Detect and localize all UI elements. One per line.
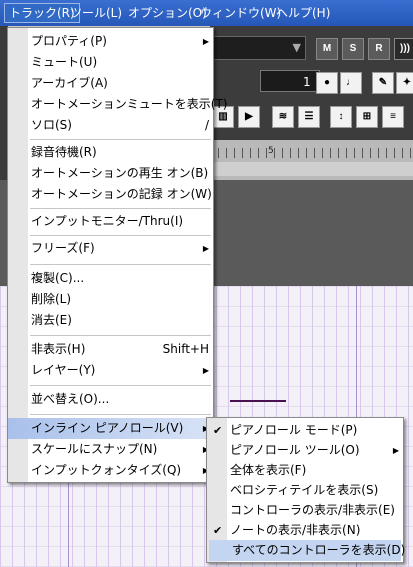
menu-item-label: インライン ピアノロール(V) xyxy=(31,421,184,435)
track-dropdown-menu: プロパティ(P) ▶ ミュート(U) アーカイブ(A) オートメーションミュート… xyxy=(7,27,227,483)
number-field[interactable]: 1 xyxy=(260,70,320,92)
menu-item-automation-play[interactable]: オートメーションの再生 オン(B) xyxy=(8,163,213,184)
menu-item-label: 全体を表示(F) xyxy=(230,463,307,477)
menu-item-label: 録音待機(R) xyxy=(31,145,97,159)
menu-separator xyxy=(30,208,211,209)
ruler-ticks xyxy=(210,148,413,158)
timeline-ruler[interactable]: 5 xyxy=(210,140,413,180)
note-duration-icon[interactable]: ● xyxy=(316,72,338,94)
midi-note[interactable] xyxy=(230,400,286,402)
menu-item-show-all[interactable]: 全体を表示(F) xyxy=(207,460,403,481)
menu-item-label: オートメーションの記録 オン(W) xyxy=(31,187,212,201)
menu-item-piano-roll-tools[interactable]: ピアノロール ツール(O) ▶ xyxy=(207,440,403,461)
submenu-arrow-icon: ▶ xyxy=(202,366,209,375)
menu-item-label: 削除(L) xyxy=(31,292,72,306)
menu-bar: トラック(R) ツール(L) オプション(O) ウィンドウ(W) ヘルプ(H) xyxy=(0,0,413,26)
tool-icon[interactable]: ✦ xyxy=(396,72,413,94)
input-echo-icon[interactable]: ))) xyxy=(394,38,413,60)
menu-item-label: 消去(E) xyxy=(31,313,72,327)
menu-item-label: フリーズ(F) xyxy=(31,241,95,255)
ruler-band xyxy=(210,162,413,176)
submenu-arrow-icon: ▶ xyxy=(202,244,209,253)
menu-item-input-monitor[interactable]: インプットモニター/Thru(I) xyxy=(8,211,213,232)
menu-item-label: ソロ(S) xyxy=(31,118,72,132)
inline-piano-roll-submenu: ✔ ピアノロール モード(P) ピアノロール ツール(O) ▶ 全体を表示(F)… xyxy=(206,417,405,563)
menu-item-label: 並べ替え(O)... xyxy=(31,392,110,406)
submenu-arrow-icon: ▶ xyxy=(202,37,209,46)
menu-separator xyxy=(30,235,211,236)
menu-item-shortcut: / xyxy=(204,118,209,132)
menu-help[interactable]: ヘルプ(H) xyxy=(272,4,334,22)
menu-separator xyxy=(30,385,211,386)
ruler-label: 5 xyxy=(268,146,274,156)
menu-item-solo[interactable]: ソロ(S) / xyxy=(8,115,213,136)
track-toolbar: ▼ M S R ))) 1 ● ♩ ✎ ✦ ▥ ▶ ≋ ☰ ↕ ⊞ ≡ xyxy=(210,26,413,140)
check-icon: ✔ xyxy=(213,524,223,537)
menu-item-duplicate[interactable]: 複製(C)... xyxy=(8,268,213,289)
menu-separator xyxy=(30,414,211,415)
submenu-arrow-icon: ▶ xyxy=(392,446,399,455)
dropdown-arrow-icon: ▼ xyxy=(292,41,301,54)
menu-item-show-velocity-tails[interactable]: ベロシティテイルを表示(S) xyxy=(207,480,403,501)
menu-item-archive[interactable]: アーカイブ(A) xyxy=(8,73,213,94)
menu-item-label: プロパティ(P) xyxy=(31,34,107,48)
menu-item-label: ベロシティテイルを表示(S) xyxy=(230,483,379,497)
menu-separator xyxy=(30,264,211,265)
app-window: ▼ M S R ))) 1 ● ♩ ✎ ✦ ▥ ▶ ≋ ☰ ↕ ⊞ ≡ 5 トラ… xyxy=(0,0,413,567)
menu-item-shortcut: Shift+H xyxy=(162,342,209,356)
edit-icon[interactable]: ✎ xyxy=(372,72,394,94)
quarter-note-icon[interactable]: ♩ xyxy=(340,72,362,94)
menu-item-label: すべてのコントローラを表示(D) xyxy=(232,543,406,557)
menu-item-label: ピアノロール ツール(O) xyxy=(230,443,360,457)
mixer-icon[interactable]: ≋ xyxy=(272,106,294,128)
menu-item-label: 複製(C)... xyxy=(31,271,85,285)
menu-separator xyxy=(30,335,211,336)
record-button[interactable]: R xyxy=(368,38,390,60)
menu-item-properties[interactable]: プロパティ(P) ▶ xyxy=(8,31,213,52)
menu-item-mute[interactable]: ミュート(U) xyxy=(8,52,213,73)
menu-item-piano-roll-mode[interactable]: ✔ ピアノロール モード(P) xyxy=(207,420,403,441)
menu-item-label: スケールにスナップ(N) xyxy=(31,442,158,456)
solo-button[interactable]: S xyxy=(342,38,364,60)
menu-item-inline-piano-roll[interactable]: インライン ピアノロール(V) ▶ xyxy=(8,418,213,439)
menu-item-label: レイヤー(Y) xyxy=(31,363,96,377)
menu-icon[interactable]: ≡ xyxy=(382,106,404,128)
check-icon: ✔ xyxy=(213,424,223,437)
list-view-icon[interactable]: ☰ xyxy=(298,106,320,128)
menu-item-label: インプットクォンタイズ(Q) xyxy=(31,463,182,477)
menu-item-label: コントローラの表示/非表示(E) xyxy=(230,503,395,517)
track-combo[interactable]: ▼ xyxy=(210,36,306,60)
menu-separator xyxy=(30,139,211,140)
menu-item-input-quantize[interactable]: インプットクォンタイズ(Q) ▶ xyxy=(8,460,213,481)
menu-item-record-arm[interactable]: 録音待機(R) xyxy=(8,142,213,163)
menu-item-freeze[interactable]: フリーズ(F) ▶ xyxy=(8,238,213,259)
menu-item-automation-record[interactable]: オートメーションの記録 オン(W) xyxy=(8,184,213,205)
grid-icon[interactable]: ⊞ xyxy=(356,106,378,128)
menu-item-label: アーカイブ(A) xyxy=(31,76,108,90)
menu-item-toggle-notes[interactable]: ✔ ノートの表示/非表示(N) xyxy=(207,520,403,541)
mute-button[interactable]: M xyxy=(316,38,338,60)
menu-item-layer[interactable]: レイヤー(Y) ▶ xyxy=(8,360,213,381)
menu-item-label: 非表示(H) xyxy=(31,342,86,356)
fit-vertical-icon[interactable]: ↕ xyxy=(330,106,352,128)
menu-item-toggle-controllers[interactable]: コントローラの表示/非表示(E) xyxy=(207,500,403,521)
menu-item-label: オートメーションの再生 オン(B) xyxy=(31,166,209,180)
menu-item-show-all-controllers[interactable]: すべてのコントローラを表示(D) xyxy=(209,540,405,561)
menu-item-label: インプットモニター/Thru(I) xyxy=(31,214,184,228)
menu-item-label: ピアノロール モード(P) xyxy=(230,423,358,437)
menu-item-label: オートメーションミュートを表示(T) xyxy=(31,97,228,111)
menu-item-label: ノートの表示/非表示(N) xyxy=(230,523,361,537)
menu-item-erase[interactable]: 消去(E) xyxy=(8,310,213,331)
menu-tools[interactable]: ツール(L) xyxy=(66,4,126,22)
play-clip-icon[interactable]: ▶ xyxy=(238,106,260,128)
menu-item-delete[interactable]: 削除(L) xyxy=(8,289,213,310)
menu-item-sort[interactable]: 並べ替え(O)... xyxy=(8,389,213,410)
menu-item-snap-to-scale[interactable]: スケールにスナップ(N) ▶ xyxy=(8,439,213,460)
menu-item-show-automation-mute[interactable]: オートメーションミュートを表示(T) xyxy=(8,94,227,115)
menu-item-hide[interactable]: 非表示(H) Shift+H xyxy=(8,339,213,360)
menu-item-label: ミュート(U) xyxy=(31,55,98,69)
